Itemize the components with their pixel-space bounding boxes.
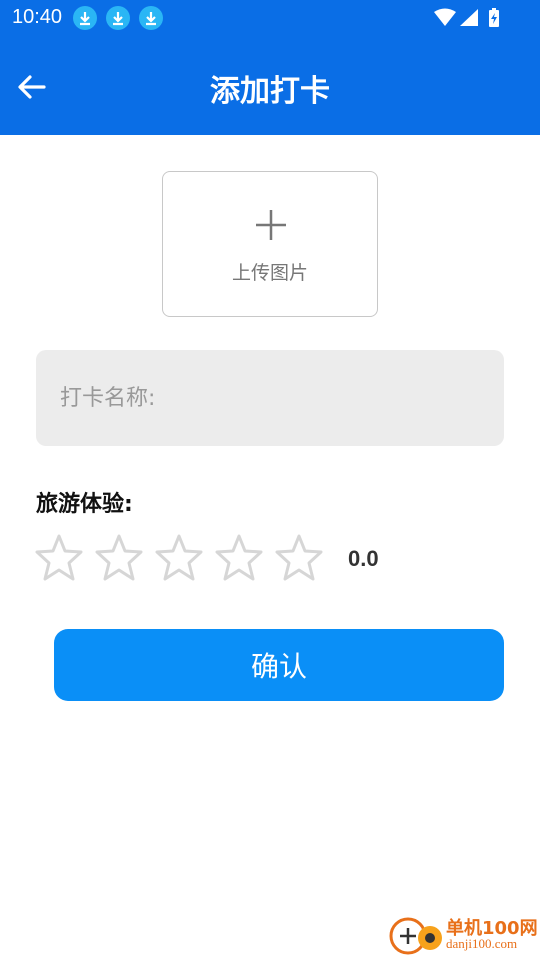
star-icon[interactable] xyxy=(34,533,84,583)
upload-image-button[interactable]: 上传图片 xyxy=(162,171,378,317)
checkin-name-input[interactable] xyxy=(36,350,504,446)
star-icon[interactable] xyxy=(274,533,324,583)
signal-icon xyxy=(460,9,478,26)
watermark-url: danji100.com xyxy=(446,936,518,951)
plus-icon xyxy=(256,210,286,244)
rating-label: 旅游体验: xyxy=(36,492,133,517)
app-bar: 添加打卡 xyxy=(0,36,540,135)
star-icon[interactable] xyxy=(214,533,264,583)
danji-logo-icon xyxy=(389,917,442,955)
download-icon xyxy=(106,6,130,30)
status-time: 10:40 xyxy=(12,6,63,28)
star-icon[interactable] xyxy=(94,533,144,583)
download-icon xyxy=(139,6,163,30)
battery-icon xyxy=(489,8,499,27)
page-title: 添加打卡 xyxy=(210,74,330,109)
status-bar: 10:40 xyxy=(0,0,540,36)
wifi-icon xyxy=(434,8,456,26)
system-icons xyxy=(434,8,500,32)
upload-label: 上传图片 xyxy=(231,262,308,284)
watermark: 单机100网 danji100.com xyxy=(388,912,538,958)
download-icon xyxy=(73,6,97,30)
rating-value: 0.0 xyxy=(348,546,379,571)
confirm-button[interactable]: 确认 xyxy=(54,629,504,701)
star-icon[interactable] xyxy=(154,533,204,583)
